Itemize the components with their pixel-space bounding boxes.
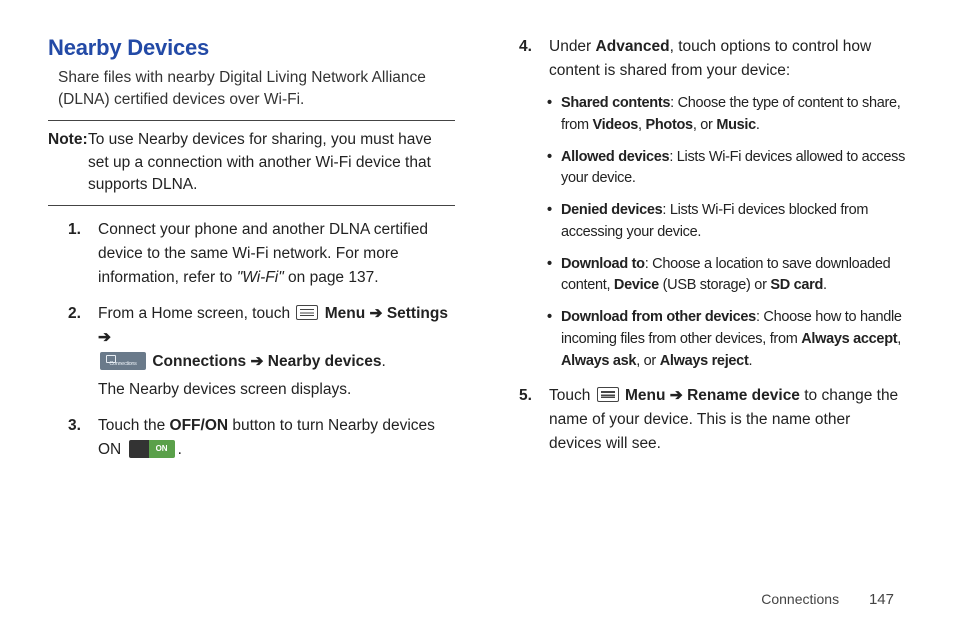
divider-top (48, 120, 455, 121)
step-3-end: . (178, 441, 182, 458)
settings-label: Settings (387, 305, 448, 322)
menu-icon (296, 305, 318, 320)
menu-label: Menu (325, 305, 365, 322)
section-title: Nearby Devices (48, 35, 455, 61)
footer-section: Connections (761, 591, 839, 607)
intro-text: Share files with nearby Digital Living N… (58, 67, 455, 112)
menu-label-2: Menu (625, 387, 665, 404)
download-to-label: Download to (561, 256, 645, 272)
menu-icon-2 (597, 387, 619, 402)
nearby-devices-label: Nearby devices (268, 353, 382, 370)
on-switch-icon: ON (129, 440, 175, 458)
divider-bottom (48, 205, 455, 206)
connections-icon (100, 352, 146, 370)
steps-list-right: Touch Menu ➔ Rename device to change the… (499, 384, 906, 456)
arrow-4: ➔ (665, 387, 687, 404)
step-2: From a Home screen, touch Menu ➔ Setting… (48, 302, 455, 402)
step-1-text-post: on page 137. (284, 269, 379, 286)
page-footer: Connections 147 (761, 591, 894, 608)
arrow-2: ➔ (98, 329, 111, 346)
advanced-label: Advanced (596, 38, 670, 55)
wifi-link: "Wi-Fi" (237, 269, 284, 286)
arrow-1: ➔ (365, 305, 387, 322)
denied-devices-label: Denied devices (561, 202, 662, 218)
rename-device-label: Rename device (687, 387, 800, 404)
step-5-pre: Touch (549, 387, 595, 404)
bullet-shared-contents: Shared contents: Choose the type of cont… (499, 93, 906, 137)
advanced-options-list: Shared contents: Choose the type of cont… (499, 93, 906, 372)
page-columns: Nearby Devices Share files with nearby D… (48, 35, 906, 474)
steps-list-left: Connect your phone and another DLNA cert… (48, 218, 455, 462)
step-2-pre: From a Home screen, touch (98, 305, 294, 322)
bullet-denied-devices: Denied devices: Lists Wi-Fi devices bloc… (499, 200, 906, 244)
note-block: Note: To use Nearby devices for sharing,… (48, 129, 455, 197)
footer-page-number: 147 (869, 591, 894, 608)
bullet-download-from: Download from other devices: Choose how … (499, 307, 906, 372)
download-from-label: Download from other devices (561, 309, 756, 325)
arrow-3: ➔ (246, 353, 268, 370)
step-5: Touch Menu ➔ Rename device to change the… (499, 384, 906, 456)
shared-contents-label: Shared contents (561, 95, 670, 111)
note-label: Note: (48, 131, 88, 148)
step-2-sub: The Nearby devices screen displays. (98, 378, 455, 402)
step-1: Connect your phone and another DLNA cert… (48, 218, 455, 290)
step-4-pre: Under (549, 38, 596, 55)
bullet-download-to: Download to: Choose a location to save d… (499, 254, 906, 298)
right-column: Under Advanced, touch options to control… (499, 35, 906, 474)
step-3: Touch the OFF/ON button to turn Nearby d… (48, 414, 455, 462)
connections-label: Connections (152, 353, 246, 370)
allowed-devices-label: Allowed devices (561, 149, 669, 165)
off-on-label: OFF/ON (170, 417, 229, 434)
bullet-allowed-devices: Allowed devices: Lists Wi-Fi devices all… (499, 147, 906, 191)
step-4: Under Advanced, touch options to control… (499, 35, 906, 83)
note-text: To use Nearby devices for sharing, you m… (88, 129, 455, 196)
step-3-pre: Touch the (98, 417, 170, 434)
left-column: Nearby Devices Share files with nearby D… (48, 35, 455, 474)
